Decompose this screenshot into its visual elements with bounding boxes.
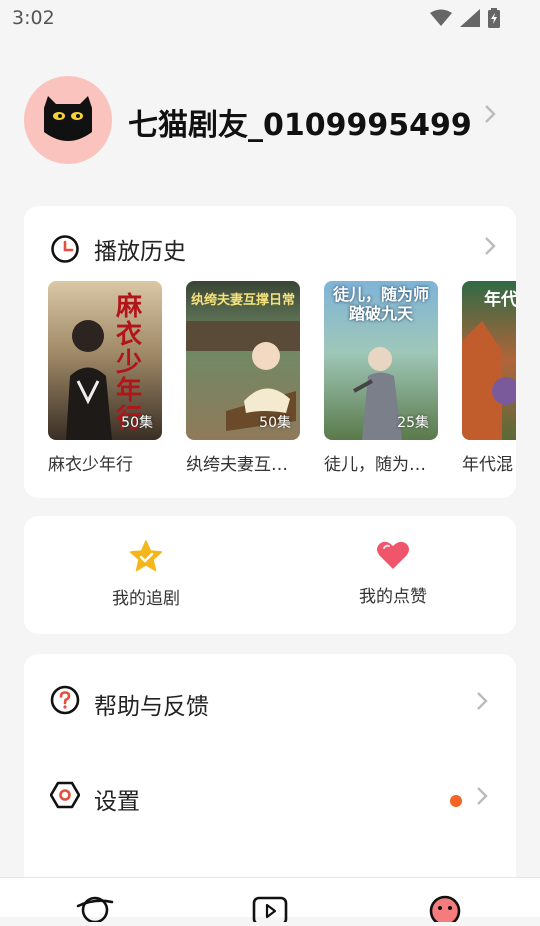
chevron-right-icon[interactable] (484, 236, 496, 256)
my-following-button[interactable]: 我的追剧 (76, 540, 216, 609)
battery-icon (488, 8, 500, 28)
settings-icon (50, 781, 80, 809)
history-title: 播放历史 (94, 239, 186, 265)
history-item[interactable]: 徒儿，随为师踏破九天 25集 徒儿，随为… (324, 281, 438, 475)
my-following-label: 我的追剧 (112, 589, 180, 609)
clock-icon (51, 235, 79, 263)
profile-header[interactable]: 七猫剧友_0109995499 (24, 76, 516, 166)
wifi-icon (430, 9, 452, 26)
episode-count: 50集 (259, 415, 291, 431)
status-bar: 3:02 (0, 0, 540, 38)
profile-name: 七猫剧友_0109995499 (128, 108, 472, 143)
poster-title: 年代混 (462, 455, 513, 475)
history-header[interactable]: 播放历史 (50, 232, 186, 266)
poster-title: 纨绔夫妻互… (186, 455, 288, 475)
my-likes-button[interactable]: 我的点赞 (323, 540, 463, 607)
profile-face-icon (429, 895, 461, 926)
menu-item-label: 帮助与反馈 (94, 694, 209, 720)
quick-actions-card: 我的追剧 我的点赞 (24, 516, 516, 634)
heart-icon (377, 541, 409, 569)
poster-title: 徒儿，随为… (324, 455, 426, 475)
menu-item-label: 设置 (94, 789, 140, 815)
planet-icon (76, 896, 114, 924)
my-likes-label: 我的点赞 (359, 587, 427, 607)
history-item[interactable]: 纨绔夫妻互撑日常 50集 纨绔夫妻互… (186, 281, 300, 475)
nav-tab-profile[interactable] (425, 892, 465, 926)
chevron-right-icon (477, 692, 488, 710)
poster: 徒儿，随为师踏破九天 25集 (324, 281, 438, 440)
status-time: 3:02 (12, 7, 55, 29)
episode-count: 50集 (121, 415, 153, 431)
chevron-right-icon (477, 787, 488, 805)
menu-card: 帮助与反馈 设置 (24, 654, 516, 894)
poster: 纨绔夫妻互撑日常 50集 (186, 281, 300, 440)
menu-item-settings[interactable]: 设置 (24, 766, 516, 826)
poster-cover-text: 年代 (484, 290, 516, 310)
poster: 年代 (462, 281, 516, 440)
poster-cover-text: 徒儿，随为师踏破九天 (332, 285, 429, 323)
bottom-nav (0, 877, 540, 926)
help-icon (50, 685, 80, 715)
signal-icon (460, 9, 480, 27)
nav-tab-theater[interactable] (250, 892, 290, 926)
history-item[interactable]: 年代 年代混 (462, 281, 516, 475)
history-card: 播放历史 麻衣少年行 50集 麻衣少年行 纨绔夫妻互撑日常 50集 纨绔夫妻互…… (24, 206, 516, 498)
poster-cover-text: 纨绔夫妻互撑日常 (190, 293, 295, 308)
star-icon (129, 540, 163, 572)
avatar[interactable] (24, 76, 112, 164)
history-list: 麻衣少年行 50集 麻衣少年行 纨绔夫妻互撑日常 50集 纨绔夫妻互… 徒儿，随… (48, 281, 516, 481)
notification-dot (450, 795, 462, 807)
play-icon (252, 896, 288, 926)
episode-count: 25集 (397, 415, 429, 431)
status-icons (430, 8, 500, 28)
history-item[interactable]: 麻衣少年行 50集 麻衣少年行 (48, 281, 162, 475)
poster: 麻衣少年行 50集 (48, 281, 162, 440)
menu-item-help[interactable]: 帮助与反馈 (24, 671, 516, 731)
chevron-right-icon (485, 105, 496, 123)
cat-logo-icon (44, 96, 92, 141)
poster-title: 麻衣少年行 (48, 455, 133, 475)
nav-tab-discover[interactable] (75, 892, 115, 924)
